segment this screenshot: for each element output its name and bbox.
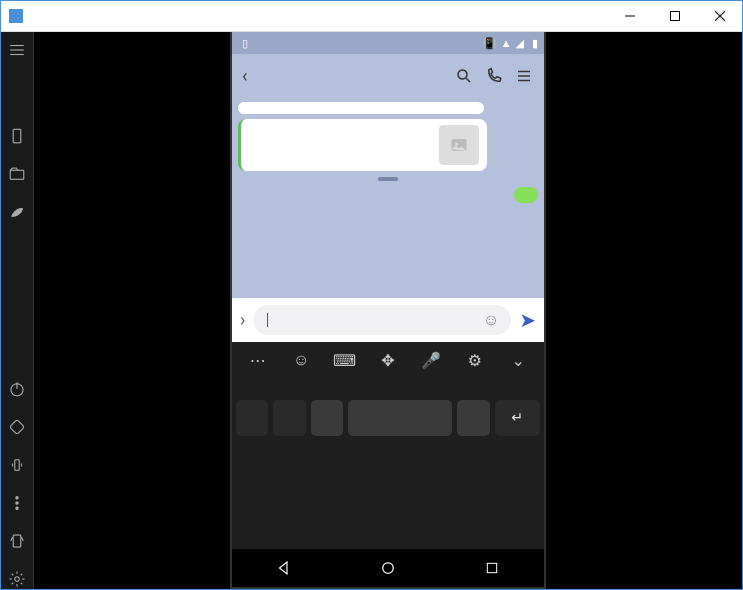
sent-bubble[interactable] [514,187,538,203]
key-enter[interactable]: ↵ [495,400,540,436]
app-icon [9,9,23,23]
status-notif-icon: ▯ [242,37,248,50]
settings-icon[interactable] [7,569,27,589]
chat-menu-icon[interactable] [514,66,534,86]
kbd-emoji-icon[interactable]: ☺ [290,349,312,371]
link-bubble[interactable] [238,102,484,114]
cast-icon[interactable] [7,531,27,551]
expand-button[interactable]: › [240,310,245,331]
key-period[interactable] [457,400,489,436]
kbd-settings-icon[interactable]: ⚙ [464,349,486,371]
android-navbar [232,549,544,587]
outgoing-row [238,187,538,203]
window-controls [607,1,742,31]
back-button[interactable]: ‹ [242,66,247,87]
app-body: ▯ 📳 ▲ ◢ ▮ ‹ [1,32,742,589]
maximize-button[interactable] [652,1,697,31]
phone-icon[interactable] [7,126,27,146]
kbd-layout-icon[interactable]: ⌨ [334,349,356,371]
chat-header: ‹ [232,54,544,98]
keyboard-toolbar: ⋯ ☺ ⌨ ✥ 🎤 ⚙ ⌄ [232,342,544,378]
search-icon[interactable] [454,66,474,86]
rotate-icon[interactable] [7,417,27,437]
app-window: ▯ 📳 ▲ ◢ ▮ ‹ [0,0,743,590]
kbd-mic-icon[interactable]: 🎤 [420,349,442,371]
soft-keyboard: ⋯ ☺ ⌨ ✥ 🎤 ⚙ ⌄ [232,342,544,549]
send-button[interactable]: ➤ [519,308,536,332]
leaf-icon[interactable] [7,202,27,222]
link-preview-card[interactable] [238,119,487,171]
keyboard-rows: ↵ [232,378,544,549]
date-separator [378,177,398,181]
chat-body[interactable] [232,98,544,298]
kbd-collapse-icon[interactable]: ⌄ [507,349,529,371]
vibrate-icon: 📳 [483,37,497,50]
nav-back[interactable] [274,558,294,578]
android-statusbar: ▯ 📳 ▲ ◢ ▮ [232,32,544,54]
kbd-cursor-icon[interactable]: ✥ [377,349,399,371]
phone-mirror-area: ▯ 📳 ▲ ◢ ▮ ‹ [34,32,742,589]
incoming-row [238,102,538,171]
card-thumbnail [439,125,479,165]
titlebar [1,1,742,32]
key-space[interactable] [348,400,452,436]
key-comma[interactable] [311,400,343,436]
more-icon[interactable] [7,493,27,513]
phone-screen: ▯ 📳 ▲ ◢ ▮ ‹ [230,32,546,589]
key-numbers[interactable] [273,400,305,436]
text-caret [267,313,268,327]
message-input-bar: › ☺ ➤ [232,298,544,342]
menu-icon[interactable] [7,40,27,60]
signal-icon: ◢ [515,37,523,50]
kbd-menu-icon[interactable]: ⋯ [247,349,269,371]
message-input[interactable]: ☺ [253,305,511,335]
nav-home[interactable] [378,558,398,578]
left-toolbar [1,32,34,589]
wifi-icon: ▲ [501,37,512,50]
nav-recent[interactable] [482,558,502,578]
volume-icon[interactable] [7,455,27,475]
battery-icon: ▮ [532,37,538,50]
key-row-bottom: ↵ [236,400,540,436]
emoji-button[interactable]: ☺ [483,310,499,330]
minimize-button[interactable] [607,1,652,31]
key-symbols[interactable] [236,400,268,436]
files-icon[interactable] [7,164,27,184]
call-icon[interactable] [484,66,504,86]
power-icon[interactable] [7,379,27,399]
close-button[interactable] [697,1,742,31]
